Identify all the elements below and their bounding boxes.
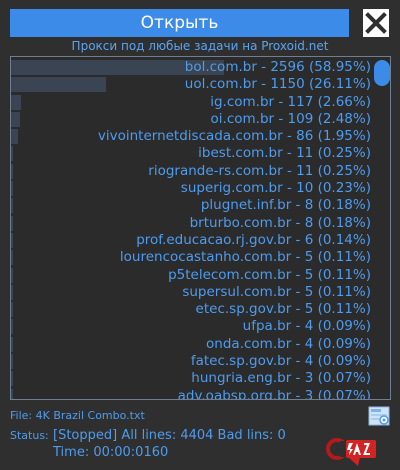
share-bar (11, 319, 13, 335)
list-item-label: prof.educacao.rj.gov.br - 6 (0.14%) (136, 231, 371, 248)
share-bar (11, 129, 18, 145)
close-button[interactable] (363, 9, 389, 37)
list-item[interactable]: brturbo.com.br - 8 (0.18%) (11, 215, 373, 232)
open-file-icon[interactable] (368, 405, 390, 427)
elapsed-time: Time: 00:00:0160 (53, 445, 169, 460)
list-item-label: riogrande-rs.com.br - 11 (0.25%) (148, 162, 371, 179)
list-item-label: hungria.eng.br - 3 (0.07%) (191, 370, 371, 387)
list-item-label: ibest.com.br - 11 (0.25%) (198, 145, 371, 162)
logo-icon (326, 438, 376, 466)
share-bar (11, 163, 13, 179)
list-item-label: p5telecom.com.br - 5 (0.11%) (168, 266, 371, 283)
list-item-label: supersul.com.br - 5 (0.11%) (182, 283, 371, 300)
list-item[interactable]: riogrande-rs.com.br - 11 (0.25%) (11, 163, 373, 180)
list-item-label: oi.com.br - 109 (2.48%) (210, 110, 371, 127)
share-bar (11, 302, 13, 318)
list-item-label: adv.oabsp.org.br - 3 (0.07%) (177, 387, 371, 400)
list-item-label: fatec.sp.gov.br - 4 (0.09%) (190, 353, 371, 370)
share-bar (11, 146, 13, 162)
list-item[interactable]: ig.com.br - 117 (2.66%) (11, 94, 373, 111)
domain-rows: bol.com.br - 2596 (58.95%) uol.com.br - 1… (11, 59, 373, 400)
share-bar (11, 388, 13, 399)
status-label: Status: (10, 429, 49, 442)
close-icon (365, 12, 387, 34)
share-bar (11, 267, 13, 283)
status-text: [Stopped] All lines: 4404 Bad lins: 0 (53, 428, 286, 443)
list-item[interactable]: adv.oabsp.org.br - 3 (0.07%) (11, 387, 373, 400)
share-bar (11, 371, 13, 387)
list-item-label: etec.sp.gov.br - 5 (0.11%) (195, 301, 371, 318)
domain-stats-list[interactable]: bol.com.br - 2596 (58.95%) uol.com.br - 1… (10, 56, 391, 400)
list-item-label: lourencocastanho.com.br - 5 (0.11%) (119, 249, 371, 266)
list-item[interactable]: uol.com.br - 1150 (26.11%) (11, 76, 373, 93)
list-item[interactable]: etec.sp.gov.br - 5 (0.11%) (11, 301, 373, 318)
list-item-label: brturbo.com.br - 8 (0.18%) (189, 214, 371, 231)
share-bar (11, 232, 13, 248)
list-item[interactable]: supersul.com.br - 5 (0.11%) (11, 284, 373, 301)
share-bar (11, 354, 13, 370)
list-item-label: bol.com.br - 2596 (58.95%) (184, 59, 371, 75)
list-item[interactable]: hungria.eng.br - 3 (0.07%) (11, 370, 373, 387)
window-title: Открыть (140, 13, 219, 33)
share-bar (11, 198, 13, 214)
list-item-label: vivointernetdiscada.com.br - 86 (1.95%) (97, 128, 371, 145)
share-bar (11, 77, 106, 93)
list-item[interactable]: ibest.com.br - 11 (0.25%) (11, 145, 373, 162)
list-item[interactable]: prof.educacao.rj.gov.br - 6 (0.14%) (11, 232, 373, 249)
list-item-label: uol.com.br - 1150 (26.11%) (184, 76, 371, 93)
list-item-label: ufpa.br - 4 (0.09%) (242, 318, 371, 335)
share-bar (11, 215, 13, 231)
list-item[interactable]: bol.com.br - 2596 (58.95%) (11, 59, 373, 76)
promo-link[interactable]: Прокси под любые задачи на Proxoid.net (0, 39, 400, 53)
scrollbar[interactable] (373, 57, 390, 399)
share-bar (11, 111, 20, 127)
list-item[interactable]: superig.com.br - 10 (0.23%) (11, 180, 373, 197)
window-title-bar[interactable]: Открыть (10, 9, 349, 37)
list-item-label: plugnet.inf.br - 8 (0.18%) (200, 197, 371, 214)
list-item-label: superig.com.br - 10 (0.23%) (180, 180, 371, 197)
list-item-label: onda.com.br - 4 (0.09%) (206, 335, 371, 352)
list-item[interactable]: onda.com.br - 4 (0.09%) (11, 336, 373, 353)
share-bar (11, 250, 13, 266)
file-name: File: 4K Brazil Combo.txt (10, 409, 145, 422)
share-bar (11, 284, 13, 300)
list-item[interactable]: ufpa.br - 4 (0.09%) (11, 318, 373, 335)
scrollbar-thumb[interactable] (374, 60, 390, 86)
share-bar (11, 94, 21, 110)
list-item[interactable]: p5telecom.com.br - 5 (0.11%) (11, 267, 373, 284)
list-item-label: ig.com.br - 117 (2.66%) (210, 93, 371, 110)
share-bar (11, 336, 13, 352)
list-item[interactable]: plugnet.inf.br - 8 (0.18%) (11, 197, 373, 214)
share-bar (11, 181, 13, 197)
list-item[interactable]: lourencocastanho.com.br - 5 (0.11%) (11, 249, 373, 266)
list-item[interactable]: vivointernetdiscada.com.br - 86 (1.95%) (11, 128, 373, 145)
list-item[interactable]: oi.com.br - 109 (2.48%) (11, 111, 373, 128)
list-item[interactable]: fatec.sp.gov.br - 4 (0.09%) (11, 353, 373, 370)
